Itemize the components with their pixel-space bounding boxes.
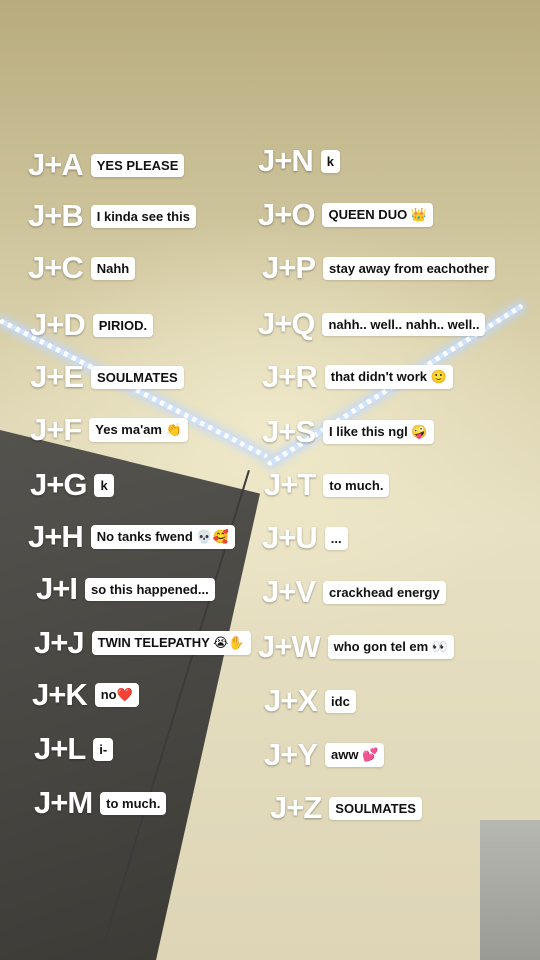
pair-row-q: J+Q nahh.. well.. nahh.. well.. xyxy=(258,306,486,342)
pair-caption: i- xyxy=(93,737,114,761)
pair-row-n: J+N k xyxy=(258,143,340,179)
pair-label: J+Z xyxy=(270,790,322,825)
pair-caption: ... xyxy=(324,526,348,550)
pair-caption: SOULMATES xyxy=(91,365,184,389)
pair-label: J+P xyxy=(262,250,316,285)
pair-row-f: J+F Yes ma'am 👏 xyxy=(30,412,188,448)
pair-label: J+C xyxy=(28,250,84,285)
pair-row-h: J+H No tanks fwend 💀🥰 xyxy=(28,519,235,555)
pair-label: J+S xyxy=(262,414,316,449)
pair-row-d: J+D PIRIOD. xyxy=(30,307,154,343)
pair-caption: crackhead energy xyxy=(323,580,446,604)
pair-row-g: J+G k xyxy=(30,467,114,503)
pair-row-y: J+Y aww 💕 xyxy=(264,737,385,773)
pair-caption: to much. xyxy=(323,473,390,497)
pair-row-t: J+T to much. xyxy=(264,467,390,503)
pair-label: J+L xyxy=(34,731,86,766)
pair-row-s: J+S I like this ngl 🤪 xyxy=(262,414,434,450)
pair-caption: idc xyxy=(325,689,356,713)
pair-caption: TWIN TELEPATHY 😭✋ xyxy=(91,631,251,655)
pair-label: J+X xyxy=(264,683,318,718)
pair-caption: nahh.. well.. nahh.. well.. xyxy=(322,312,486,336)
pair-caption: k xyxy=(94,473,114,497)
pair-label: J+H xyxy=(28,519,84,554)
pair-row-e: J+E SOULMATES xyxy=(30,359,184,395)
pair-caption: to much. xyxy=(100,791,167,815)
pair-row-m: J+M to much. xyxy=(34,785,167,821)
pair-row-p: J+P stay away from eachother xyxy=(262,250,495,286)
pair-row-b: J+B I kinda see this xyxy=(28,198,196,234)
pair-label: J+D xyxy=(30,307,86,342)
pair-label: J+F xyxy=(30,412,82,447)
pair-row-x: J+X idc xyxy=(264,683,356,719)
pair-label: J+E xyxy=(30,359,84,394)
pair-label: J+U xyxy=(262,520,318,555)
pair-caption: QUEEN DUO 👑 xyxy=(322,203,433,227)
pair-row-l: J+L i- xyxy=(34,731,114,767)
pair-row-o: J+O QUEEN DUO 👑 xyxy=(258,197,433,233)
pair-label: J+N xyxy=(258,143,314,178)
pair-label: J+M xyxy=(34,785,93,820)
pair-caption: stay away from eachother xyxy=(323,256,495,280)
pair-caption: so this happened... xyxy=(84,577,215,601)
pair-label: J+R xyxy=(262,359,318,394)
pair-label: J+O xyxy=(258,197,315,232)
pair-label: J+Y xyxy=(264,737,318,772)
pair-row-j: J+J TWIN TELEPATHY 😭✋ xyxy=(34,625,251,661)
pair-row-r: J+R that didn't work 🙂 xyxy=(262,359,453,395)
pair-row-i: J+I so this happened... xyxy=(36,571,215,607)
right-wall-corner xyxy=(480,820,540,960)
pair-caption: no❤️ xyxy=(94,683,139,707)
pair-label: J+J xyxy=(34,625,85,660)
pair-label: J+T xyxy=(264,467,316,502)
pair-label: J+Q xyxy=(258,306,315,341)
pair-caption: that didn't work 🙂 xyxy=(324,365,453,389)
pair-row-c: J+C Nahh xyxy=(28,250,136,286)
pair-caption: No tanks fwend 💀🥰 xyxy=(90,525,235,549)
pair-caption: I kinda see this xyxy=(90,204,196,228)
pair-row-z: J+Z SOULMATES xyxy=(270,790,422,826)
pair-label: J+I xyxy=(36,571,78,606)
pair-label: J+B xyxy=(28,198,84,233)
pair-caption: who gon tel em 👀 xyxy=(327,635,455,659)
pair-label: J+V xyxy=(262,574,316,609)
pair-row-k: J+K no❤️ xyxy=(32,677,139,713)
pair-row-v: J+V crackhead energy xyxy=(262,574,446,610)
pair-caption: Nahh xyxy=(90,256,136,280)
pair-label: J+G xyxy=(30,467,87,502)
pair-caption: Yes ma'am 👏 xyxy=(89,418,188,442)
pair-caption: PIRIOD. xyxy=(92,313,154,337)
pair-row-a: J+A YES PLEASE xyxy=(28,147,185,183)
pair-caption: I like this ngl 🤪 xyxy=(323,420,434,444)
pair-row-w: J+W who gon tel em 👀 xyxy=(258,629,455,665)
pair-label: J+W xyxy=(258,629,321,664)
pair-caption: SOULMATES xyxy=(329,796,422,820)
pair-caption: aww 💕 xyxy=(325,743,385,767)
pair-label: J+K xyxy=(32,677,88,712)
pair-label: J+A xyxy=(28,147,84,182)
pair-row-u: J+U ... xyxy=(262,520,348,556)
pair-caption: k xyxy=(320,149,340,173)
pair-caption: YES PLEASE xyxy=(90,153,185,177)
